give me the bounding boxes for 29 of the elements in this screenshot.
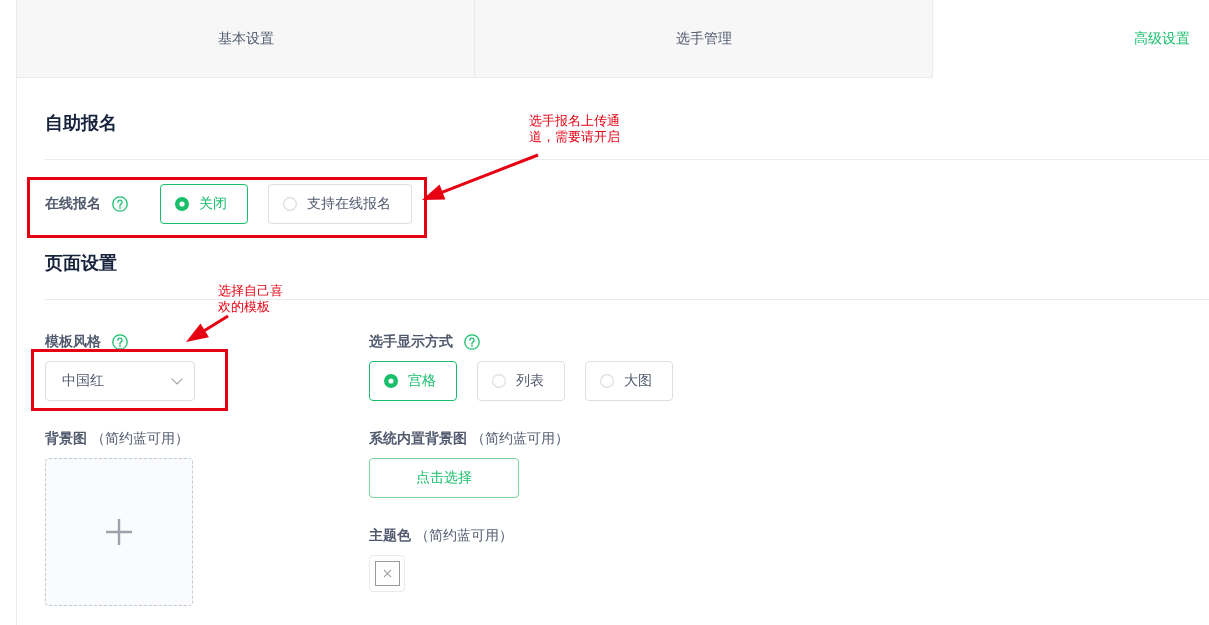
tab[interactable]: 基本设置 bbox=[17, 0, 475, 78]
field-note: （简约蓝可用） bbox=[471, 430, 569, 448]
crossed-square-icon bbox=[374, 561, 400, 586]
field-label: 选手显示方式 bbox=[369, 333, 453, 351]
radio-option[interactable]: 支持在线报名 bbox=[268, 184, 412, 224]
field-note: （简约蓝可用） bbox=[91, 430, 189, 448]
radio-option[interactable]: 大图 bbox=[585, 361, 673, 401]
radio-icon bbox=[283, 197, 297, 211]
field-label: 背景图 bbox=[45, 430, 87, 448]
field-note: （简约蓝可用） bbox=[415, 527, 513, 545]
tab[interactable]: 选手管理 bbox=[475, 0, 933, 78]
field-label: 系统内置背景图 bbox=[369, 430, 467, 448]
section-title: 自助报名 bbox=[45, 112, 117, 135]
annotation-note: 选择自己喜欢的模板 bbox=[218, 283, 284, 315]
chevron-down-icon bbox=[171, 377, 183, 385]
color-picker[interactable] bbox=[369, 555, 405, 592]
field-label: 在线报名 bbox=[45, 195, 101, 213]
section-title: 页面设置 bbox=[45, 252, 117, 275]
field-label: 模板风格 bbox=[45, 333, 101, 351]
radio-icon bbox=[384, 374, 398, 388]
radio-icon bbox=[492, 374, 506, 388]
radio-icon bbox=[600, 374, 614, 388]
annotation-arrow bbox=[186, 314, 229, 342]
field-label: 主题色 bbox=[369, 527, 411, 545]
radio-option[interactable]: 列表 bbox=[477, 361, 565, 401]
annotation-note: 选手报名上传通道，需要请开启 bbox=[529, 113, 621, 145]
plus-icon bbox=[106, 519, 132, 545]
select-field[interactable]: 中国红 bbox=[45, 361, 195, 401]
radio-icon bbox=[175, 197, 189, 211]
